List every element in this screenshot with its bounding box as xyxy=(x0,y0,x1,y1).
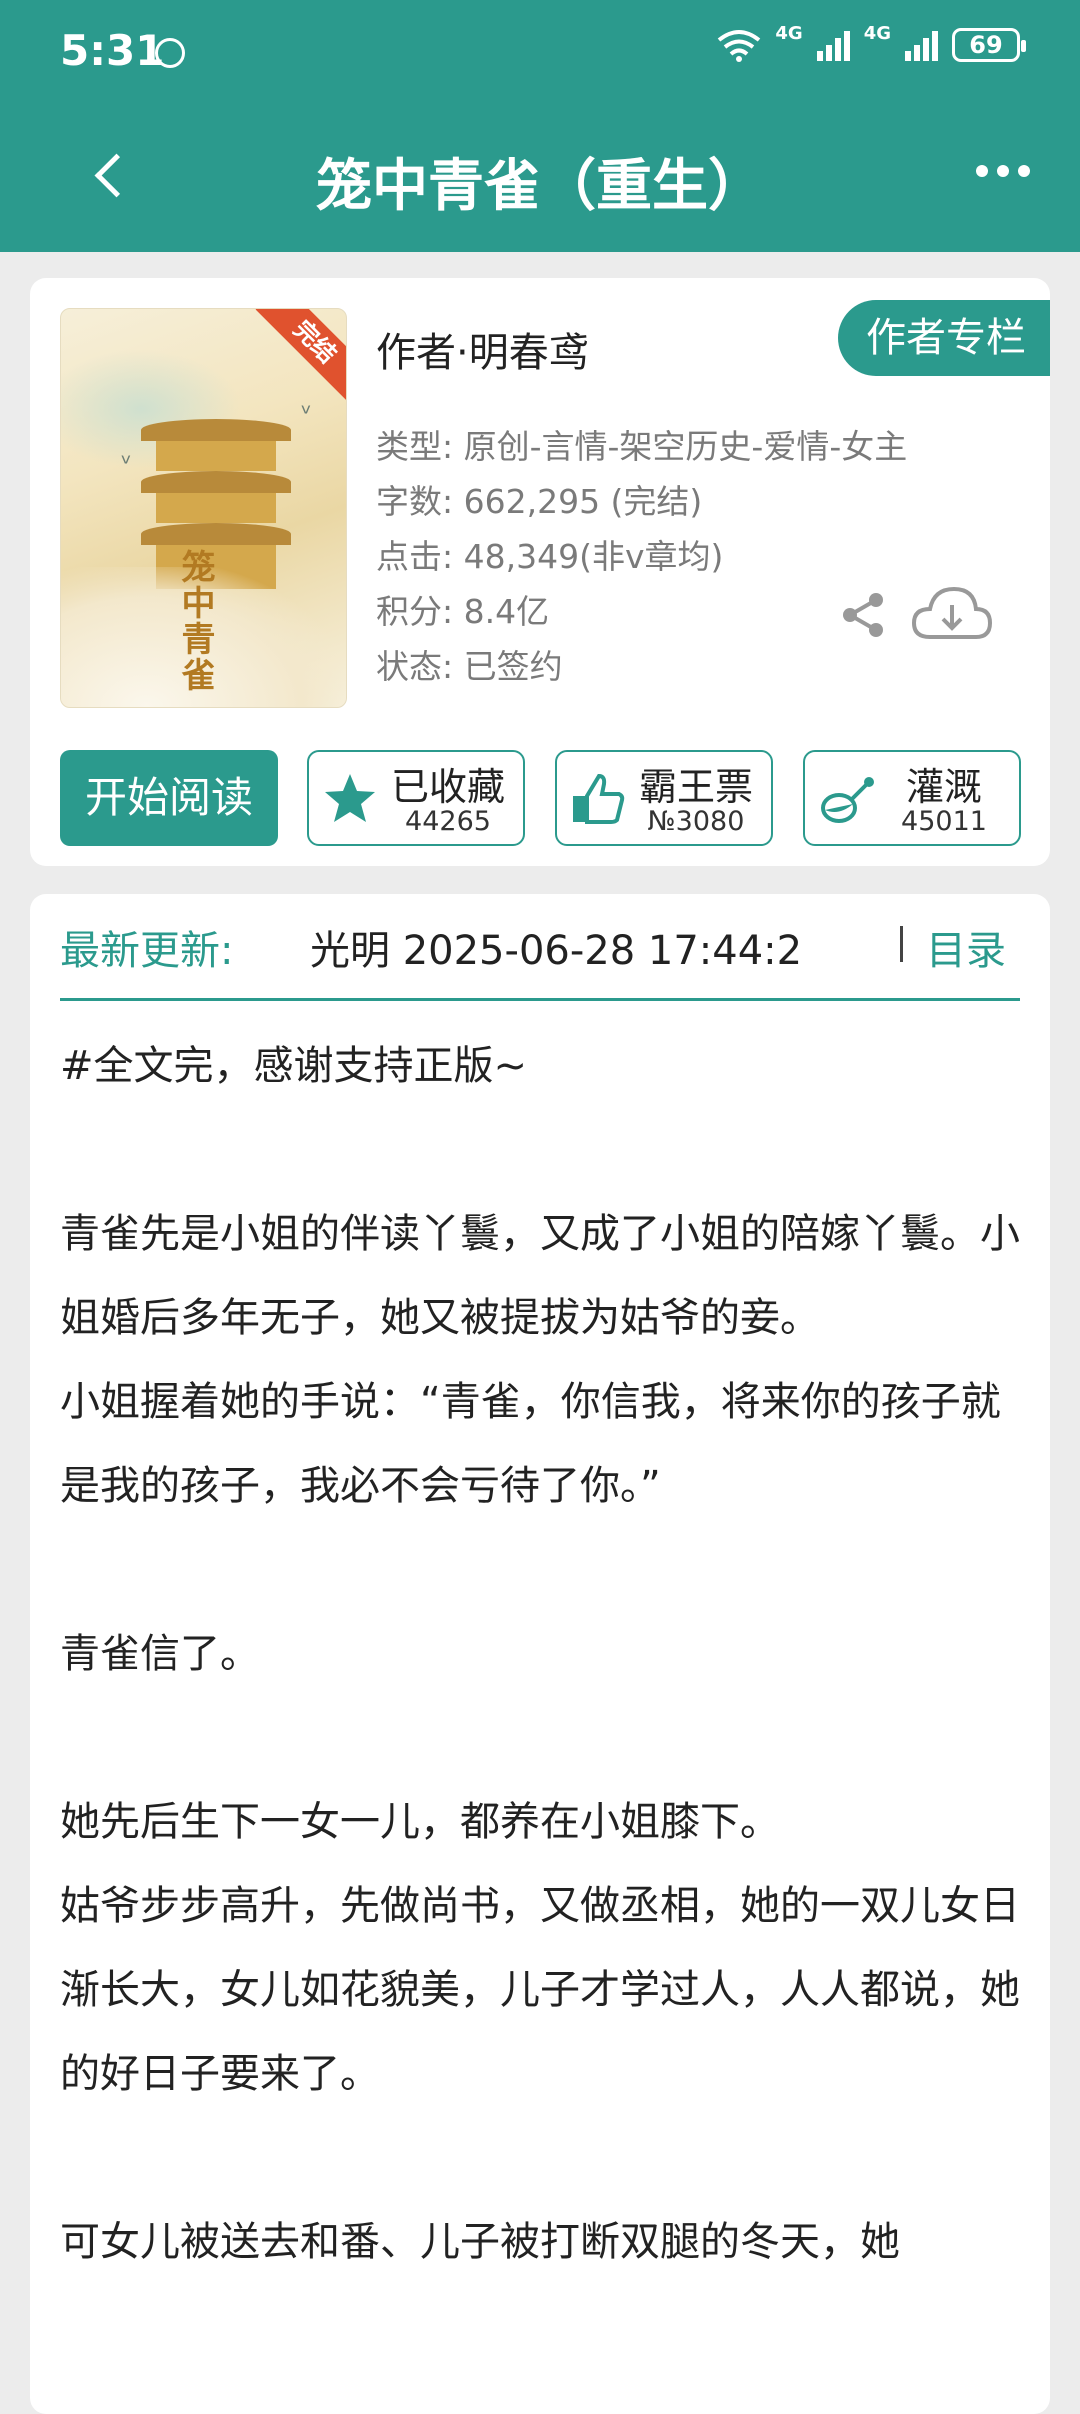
water-count: 45011 xyxy=(901,806,987,837)
action-buttons: 开始阅读 已收藏 44265 霸王票 №3080 灌溉 45011 xyxy=(60,750,1021,846)
latest-update-text[interactable]: 光明 2025-06-28 17:44:2 xyxy=(310,918,870,976)
status-bar: 5:31 4G 4G 69 xyxy=(0,0,1080,105)
intro-card: 最新更新: 光明 2025-06-28 17:44:2 目录 #全文完，感谢支持… xyxy=(30,894,1050,2414)
page-title: 笼中青雀（重生） xyxy=(316,154,764,219)
bird-icon: ᵛ xyxy=(301,399,312,429)
network-label-1: 4G xyxy=(775,22,803,44)
favorite-label: 已收藏 xyxy=(390,765,505,809)
signal-icon-1 xyxy=(816,29,850,61)
watering-can-icon xyxy=(821,777,874,823)
intro-paragraph: 姑爷步步高升，先做尚书，又做丞相，她的一双儿女日渐长大，女儿如花貌美，儿子才学过… xyxy=(60,1883,1020,2097)
ticket-button[interactable]: 霸王票 №3080 xyxy=(555,750,773,846)
divider xyxy=(900,926,903,962)
intro-paragraph: 青雀信了。 xyxy=(60,1631,260,1677)
more-icon-dot xyxy=(1018,165,1030,177)
click-count: 点击: 48,349(非v章均) xyxy=(376,537,724,576)
network-label-2: 4G xyxy=(863,22,891,44)
bird-icon: ᵛ xyxy=(121,449,132,479)
latest-update-row[interactable]: 最新更新: 光明 2025-06-28 17:44:2 目录 xyxy=(60,894,1020,1001)
battery-level: 69 xyxy=(969,31,1003,59)
cover-title: 笼中青雀 xyxy=(175,549,215,693)
wifi-icon xyxy=(718,30,761,62)
word-count: 字数: 662,295 (完结) xyxy=(376,482,703,521)
intro-paragraph: 可女儿被送去和番、儿子被打断双腿的冬天，她 xyxy=(60,2219,900,2265)
author-name[interactable]: 作者·明春鸢 xyxy=(376,320,589,378)
intro-paragraph xyxy=(60,2116,1020,2200)
star-icon xyxy=(325,774,375,822)
intro-paragraph xyxy=(60,1528,1020,1612)
more-icon-dot xyxy=(997,165,1009,177)
start-reading-button[interactable]: 开始阅读 xyxy=(60,750,278,846)
status-time: 5:31 xyxy=(60,26,165,75)
book-info-card: ᵛ ᵛ 笼中青雀 完结 作者·明春鸢 作者专栏 类型: 原创-言情-架空历史-爱… xyxy=(30,278,1050,866)
intro-paragraph: #全文完，感谢支持正版~ xyxy=(60,1043,528,1089)
intro-paragraph: 她先后生下一女一儿，都养在小姐膝下。 xyxy=(60,1799,780,1845)
status-icons: 4G 4G 69 xyxy=(717,23,1026,62)
favorite-button[interactable]: 已收藏 44265 xyxy=(307,750,525,846)
download-cloud-icon[interactable] xyxy=(910,583,994,645)
intro-paragraph: 青雀先是小姐的伴读丫鬟，又成了小姐的陪嫁丫鬟。小姐婚后多年无子，她又被提拔为姑爷… xyxy=(60,1211,1020,1341)
water-button[interactable]: 灌溉 45011 xyxy=(803,750,1021,846)
intro-paragraph xyxy=(60,1696,1020,1780)
more-button[interactable] xyxy=(976,165,1030,177)
signal-icon-2 xyxy=(905,29,938,61)
latest-update-label: 最新更新: xyxy=(60,928,234,974)
notification-icon xyxy=(155,38,185,68)
battery-icon: 69 xyxy=(952,28,1026,62)
book-introduction: #全文完，感谢支持正版~ 青雀先是小姐的伴读丫鬟，又成了小姐的陪嫁丫鬟。小姐婚后… xyxy=(60,1024,1020,2284)
more-icon xyxy=(976,165,988,177)
intro-paragraph xyxy=(60,1108,1020,1192)
ticket-count: №3080 xyxy=(647,806,745,837)
book-cover[interactable]: ᵛ ᵛ 笼中青雀 完结 xyxy=(60,308,347,708)
book-type: 类型: 原创-言情-架空历史-爱情-女主 xyxy=(376,427,908,466)
table-of-contents-button[interactable]: 目录 xyxy=(926,918,1006,976)
sign-status: 状态: 已签约 xyxy=(376,647,563,686)
author-column-button[interactable]: 作者专栏 xyxy=(838,300,1050,376)
thumbs-up-icon xyxy=(573,773,625,824)
ticket-label: 霸王票 xyxy=(638,765,753,809)
water-label: 灌溉 xyxy=(905,765,982,809)
score: 积分: 8.4亿 xyxy=(376,592,550,631)
favorite-count: 44265 xyxy=(405,806,491,837)
app-bar: 笼中青雀（重生） xyxy=(0,105,1080,252)
share-icon[interactable] xyxy=(838,590,888,640)
intro-paragraph: 小姐握着她的手说：“青雀，你信我，将来你的孩子就是我的孩子，我必不会亏待了你。” xyxy=(60,1379,1001,1509)
completed-badge: 完结 xyxy=(255,309,346,402)
